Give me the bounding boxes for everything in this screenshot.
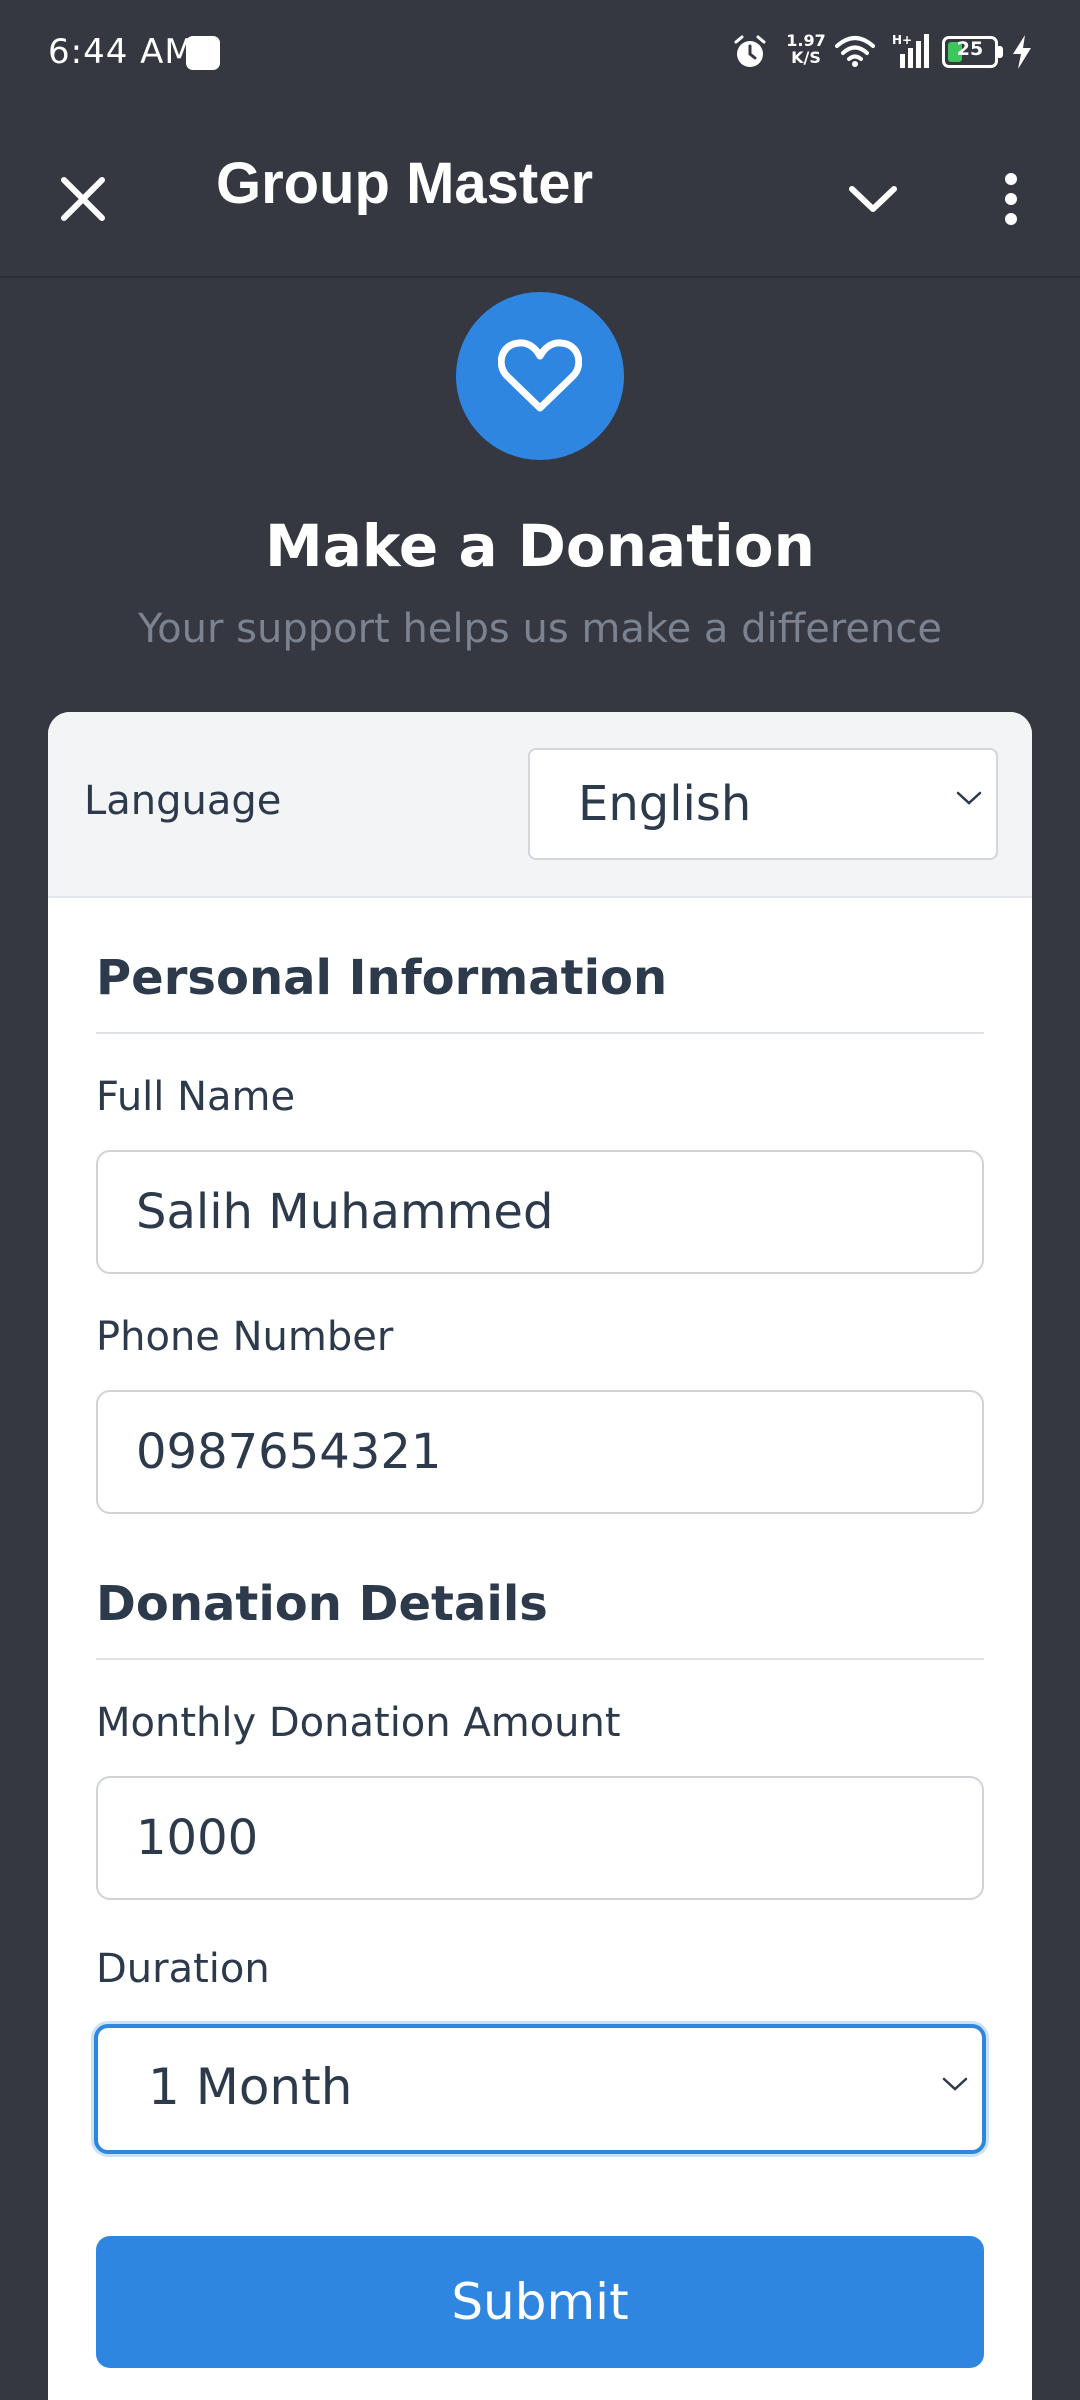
more-vertical-icon	[1005, 173, 1017, 225]
svg-text:H+: H+	[892, 33, 912, 47]
status-bar: 6:44 AM 1.97 K/S H+ 25	[0, 0, 1080, 110]
duration-select[interactable]: 1 Month	[94, 2024, 986, 2154]
close-button[interactable]	[40, 156, 126, 242]
heart-icon	[498, 339, 582, 412]
duration-selected-value: 1 Month	[148, 2058, 353, 2116]
more-options-button[interactable]	[968, 156, 1054, 242]
language-label: Language	[84, 778, 282, 824]
signal-icon: H+	[892, 33, 929, 68]
app-bar: Group Master	[0, 110, 1080, 278]
chevron-down-icon	[849, 186, 897, 212]
personal-info-heading: Personal Information	[96, 950, 668, 1006]
close-icon	[61, 177, 105, 221]
status-icons: 1.97 K/S H+ 25	[680, 0, 1080, 110]
page-subtitle: Your support helps us make a difference	[138, 606, 942, 652]
wifi-icon	[835, 36, 875, 67]
donation-heart-badge	[456, 292, 624, 460]
donation-amount-label: Monthly Donation Amount	[96, 1700, 621, 1746]
network-speed-value: 1.97	[786, 31, 826, 50]
language-bar: Language English	[48, 712, 1032, 898]
network-speed: 1.97 K/S	[784, 32, 828, 66]
phone-number-label: Phone Number	[96, 1314, 394, 1360]
alarm-icon	[734, 35, 766, 67]
charging-bolt-icon	[1013, 35, 1031, 69]
language-selected-value: English	[578, 776, 752, 832]
full-name-input[interactable]	[96, 1150, 984, 1274]
section-divider	[96, 1658, 984, 1660]
app-title: Group Master	[216, 151, 594, 216]
page-title: Make a Donation	[265, 512, 815, 580]
donation-amount-input[interactable]	[96, 1776, 984, 1900]
phone-number-input[interactable]	[96, 1390, 984, 1514]
expand-button[interactable]	[830, 156, 916, 242]
network-speed-unit: K/S	[791, 48, 821, 67]
duration-label: Duration	[96, 1946, 270, 1992]
notification-app-icon	[186, 36, 220, 70]
battery-icon: 25	[942, 36, 1004, 68]
donation-form-card: Language English Personal Information Fu…	[48, 712, 1032, 2400]
donation-details-heading: Donation Details	[96, 1576, 548, 1632]
section-divider	[96, 1032, 984, 1034]
battery-level: 25	[956, 38, 984, 60]
chevron-down-icon	[942, 2077, 968, 2091]
language-select[interactable]: English	[528, 748, 998, 860]
full-name-label: Full Name	[96, 1074, 296, 1120]
status-time: 6:44 AM	[48, 32, 195, 72]
submit-button[interactable]: Submit	[96, 2236, 984, 2368]
chevron-down-icon	[956, 791, 982, 805]
